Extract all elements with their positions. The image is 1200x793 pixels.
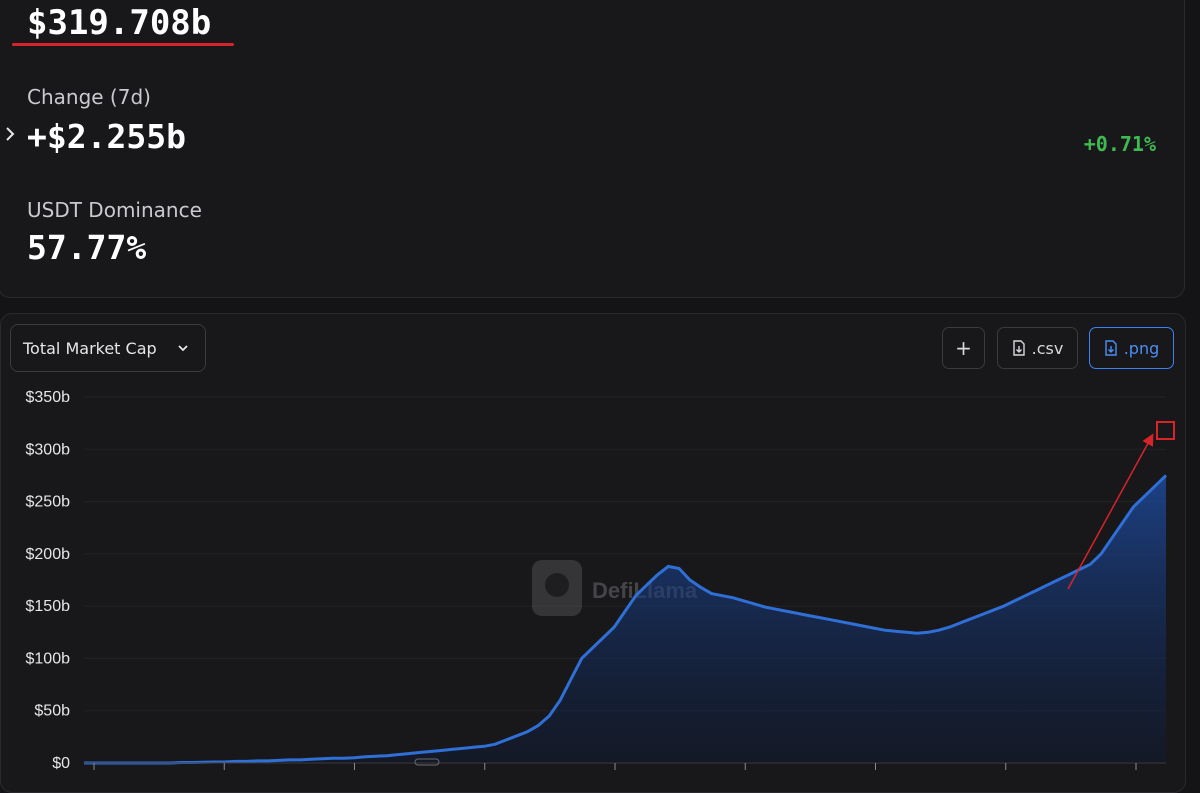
market-cap-chart: $0$50b$100b$150b$200b$250b$300b$350b Def… xyxy=(26,389,1175,772)
chevron-down-icon xyxy=(178,345,188,352)
y-tick-label: $250b xyxy=(26,494,71,511)
download-icon xyxy=(1012,340,1025,356)
y-tick-label: $100b xyxy=(26,650,71,667)
y-tick-label: $0 xyxy=(52,755,70,772)
dominance-value: 57.77% xyxy=(27,228,147,267)
dominance-label: USDT Dominance xyxy=(27,198,202,222)
change-percent: +0.71% xyxy=(1083,132,1156,156)
chevron-right-icon[interactable] xyxy=(5,126,15,142)
y-tick-label: $50b xyxy=(34,703,70,720)
red-box-annotation xyxy=(1156,421,1175,440)
y-tick-label: $200b xyxy=(26,546,71,563)
y-tick-label: $300b xyxy=(26,441,71,458)
total-market-cap-value: $319.708b xyxy=(27,3,212,43)
metric-select[interactable]: Total Market Cap xyxy=(10,324,206,372)
metric-select-label: Total Market Cap xyxy=(23,338,157,358)
download-icon xyxy=(1105,340,1117,356)
change-value: +$2.255b xyxy=(27,117,186,156)
csv-label: .csv xyxy=(1031,338,1064,358)
y-tick-label: $350b xyxy=(26,389,71,406)
red-underline-annotation xyxy=(12,43,234,46)
download-png-button[interactable]: .png xyxy=(1089,327,1174,369)
download-csv-button[interactable]: .csv xyxy=(997,327,1078,369)
market-cap-area xyxy=(84,475,1166,763)
add-chart-button[interactable]: + xyxy=(942,327,985,369)
add-button-label: + xyxy=(955,336,972,360)
y-tick-label: $150b xyxy=(26,598,71,615)
png-label: .png xyxy=(1123,338,1160,358)
change-label: Change (7d) xyxy=(27,85,151,109)
x-axis-ticks xyxy=(84,762,1166,770)
